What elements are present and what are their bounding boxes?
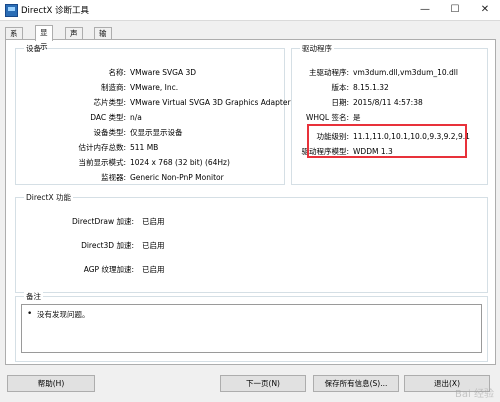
title-bar: DirectX 诊断工具 — ☐ ✕ — [0, 0, 500, 21]
main-driver-value: vm3dum.dll,vm3dum_10.dll — [353, 68, 458, 77]
dac-type-value: n/a — [130, 113, 142, 122]
bullet-icon: • — [27, 309, 33, 319]
whql-value: 是 — [353, 113, 361, 122]
directdraw-accel-value: 已启用 — [142, 217, 165, 226]
device-row: 芯片类型: VMware Virtual SVGA 3D Graphics Ad… — [16, 97, 290, 109]
window-title: DirectX 诊断工具 — [21, 6, 89, 16]
device-row: 当前显示模式: 1024 x 768 (32 bit) (64Hz) — [16, 157, 284, 169]
device-row: 估计内存总数: 511 MB — [16, 142, 284, 154]
version-label: 版本: — [331, 83, 349, 92]
driver-row: 主驱动程序: vm3dum.dll,vm3dum_10.dll — [292, 67, 487, 79]
driver-group-title: 驱动程序 — [300, 43, 334, 54]
manufacturer-value: VMware, Inc. — [130, 83, 179, 92]
driver-row: 版本: 8.15.1.32 — [292, 82, 487, 94]
directx-features-group: DirectX 功能 DirectDraw 加速: 已启用 Direct3D 加… — [15, 192, 488, 293]
next-page-button[interactable]: 下一页(N) — [220, 375, 306, 392]
monitor-value: Generic Non-PnP Monitor — [130, 173, 224, 182]
annotation-highlight-box — [307, 124, 467, 158]
chip-type-label: 芯片类型: — [93, 98, 126, 107]
feature-row: DirectDraw 加速: 已启用 — [16, 216, 487, 228]
driver-row: WHQL 签名: 是 — [292, 112, 487, 124]
notes-text-box[interactable]: • 没有发现问题。 — [21, 304, 482, 353]
total-memory-value: 511 MB — [130, 143, 159, 152]
feature-row: Direct3D 加速: 已启用 — [16, 240, 487, 252]
display-tab-panel: 设备 名称: VMware SVGA 3D 制造商: VMware, Inc. … — [5, 39, 496, 365]
driver-row: 日期: 2015/8/11 4:57:38 — [292, 97, 487, 109]
display-mode-label: 当前显示模式: — [78, 158, 126, 167]
tab-display[interactable]: 显示 — [35, 25, 53, 51]
main-driver-label: 主驱动程序: — [308, 68, 349, 77]
notes-group-title: 备注 — [24, 291, 43, 302]
display-mode-value: 1024 x 768 (32 bit) (64Hz) — [130, 158, 230, 167]
date-value: 2015/8/11 4:57:38 — [353, 98, 423, 107]
agp-texture-accel-value: 已启用 — [142, 265, 165, 274]
notes-item: 没有发现问题。 — [37, 310, 90, 319]
help-button[interactable]: 帮助(H) — [7, 375, 95, 392]
close-button[interactable]: ✕ — [470, 0, 500, 20]
directx-features-title: DirectX 功能 — [24, 192, 73, 203]
version-value: 8.15.1.32 — [353, 83, 389, 92]
device-row: 制造商: VMware, Inc. — [16, 82, 284, 94]
date-label: 日期: — [331, 98, 349, 107]
whql-label: WHQL 签名: — [305, 113, 349, 122]
device-row: DAC 类型: n/a — [16, 112, 284, 124]
chip-type-value: VMware Virtual SVGA 3D Graphics Adapter — [130, 98, 291, 107]
driver-group: 驱动程序 主驱动程序: vm3dum.dll,vm3dum_10.dll 版本:… — [291, 43, 488, 185]
device-type-value: 仅显示显示设备 — [130, 128, 183, 137]
watermark-text: Bai 经验 — [455, 389, 494, 400]
direct3d-accel-value: 已启用 — [142, 241, 165, 250]
dxdiag-window: DirectX 诊断工具 — ☐ ✕ 系统 显示 声音 输入 设备 名称: VM… — [0, 0, 500, 402]
directdraw-accel-label: DirectDraw 加速: — [72, 217, 134, 226]
dac-type-label: DAC 类型: — [90, 113, 126, 122]
device-row: 名称: VMware SVGA 3D — [16, 67, 284, 79]
device-name-label: 名称: — [108, 68, 126, 77]
feature-row: AGP 纹理加速: 已启用 — [16, 264, 487, 276]
notes-group: 备注 • 没有发现问题。 — [15, 291, 488, 362]
monitor-label: 监视器: — [100, 173, 126, 182]
manufacturer-label: 制造商: — [100, 83, 126, 92]
device-name-value: VMware SVGA 3D — [130, 68, 197, 77]
direct3d-accel-label: Direct3D 加速: — [81, 241, 134, 250]
directx-app-icon — [5, 4, 18, 17]
maximize-button[interactable]: ☐ — [440, 0, 470, 20]
device-row: 设备类型: 仅显示显示设备 — [16, 127, 284, 139]
save-all-info-button[interactable]: 保存所有信息(S)... — [313, 375, 399, 392]
minimize-button[interactable]: — — [410, 0, 440, 20]
device-row: 监视器: Generic Non-PnP Monitor — [16, 172, 284, 184]
agp-texture-accel-label: AGP 纹理加速: — [83, 265, 134, 274]
device-type-label: 设备类型: — [93, 128, 126, 137]
device-group: 设备 名称: VMware SVGA 3D 制造商: VMware, Inc. … — [15, 43, 291, 185]
total-memory-label: 估计内存总数: — [78, 143, 126, 152]
